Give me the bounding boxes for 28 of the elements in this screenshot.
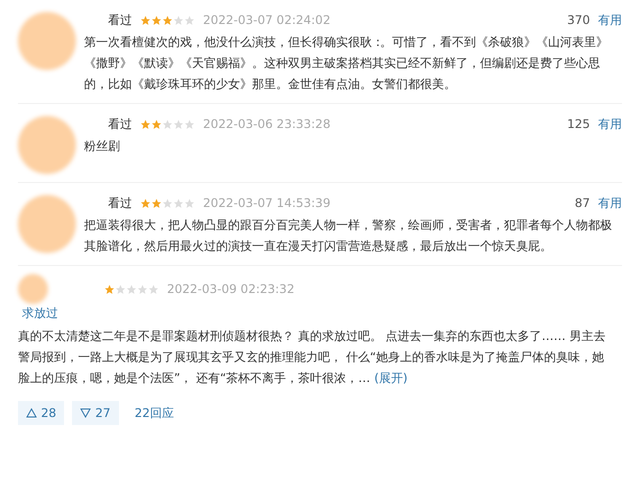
avatar [18, 195, 76, 253]
vote-count: 87 [574, 195, 590, 212]
upvote-button[interactable]: 28 [18, 401, 64, 425]
review-text: 把逼装得很大，把人物凸显的跟百分百完美人物一样，警察，绘画师，受害者，犯罪者每个人物都极其脸谱化，然后用最火过的演技一直在漫天打闪雷营造悬疑感，最后放出一个惊天臭屁。 [84, 217, 613, 255]
watch-status: 看过 [108, 12, 132, 29]
avatar [18, 274, 48, 304]
useful-link[interactable]: 有用 [598, 115, 622, 133]
triangle-up-icon [26, 408, 37, 418]
vote-count: 125 [567, 116, 590, 133]
useful-link[interactable]: 有用 [598, 194, 622, 212]
review-text: 第一次看檀健次的戏，他没什么演技，但长得确实很耿 :。可惜了，看不到《杀破狼》《山河表里》《撒野》《默读》《天官赐福》。这种双男主破案搭档其实已经不新鲜了，但编剧还是费了些心思的，比如《戴珍珠耳环的少女》那里。金世佳有点油。女警们都很美。 [84, 34, 609, 93]
downvote-button[interactable]: 27 [72, 401, 119, 425]
review-title[interactable]: 求放过 [22, 304, 622, 322]
replies-link[interactable]: 22回应 [134, 404, 174, 422]
review-text: 真的不太清楚这二年是不是罪案题材刑侦题材很热？ 真的求放过吧。 点进去一集弃的东西也太多了…… 男主去警局报到，一路上大概是为了展现其玄乎又玄的推理能力吧， 什么“她身上的香水味是为了掩盖尸体的臭味，她脸上的压痕，嗯，她是个法医”， 还有“茶杯不离手，茶叶很浓，… (展开) [18, 328, 606, 387]
review-time: 2022-03-07 02:24:02 [203, 12, 330, 29]
vote-count: 370 [567, 12, 590, 29]
review-text: 粉丝剧 [84, 138, 121, 155]
review-time: 2022-03-09 02:23:32 [167, 281, 294, 298]
avatar [18, 116, 76, 174]
watch-status: 看过 [108, 195, 132, 212]
watch-status: 看过 [108, 116, 132, 133]
useful-link[interactable]: 有用 [598, 11, 622, 29]
review-time: 2022-03-06 23:33:28 [203, 116, 330, 133]
review-time: 2022-03-07 14:53:39 [203, 195, 330, 212]
avatar [18, 12, 76, 70]
triangle-down-icon [80, 408, 92, 418]
expand-link[interactable]: (展开) [374, 371, 408, 385]
